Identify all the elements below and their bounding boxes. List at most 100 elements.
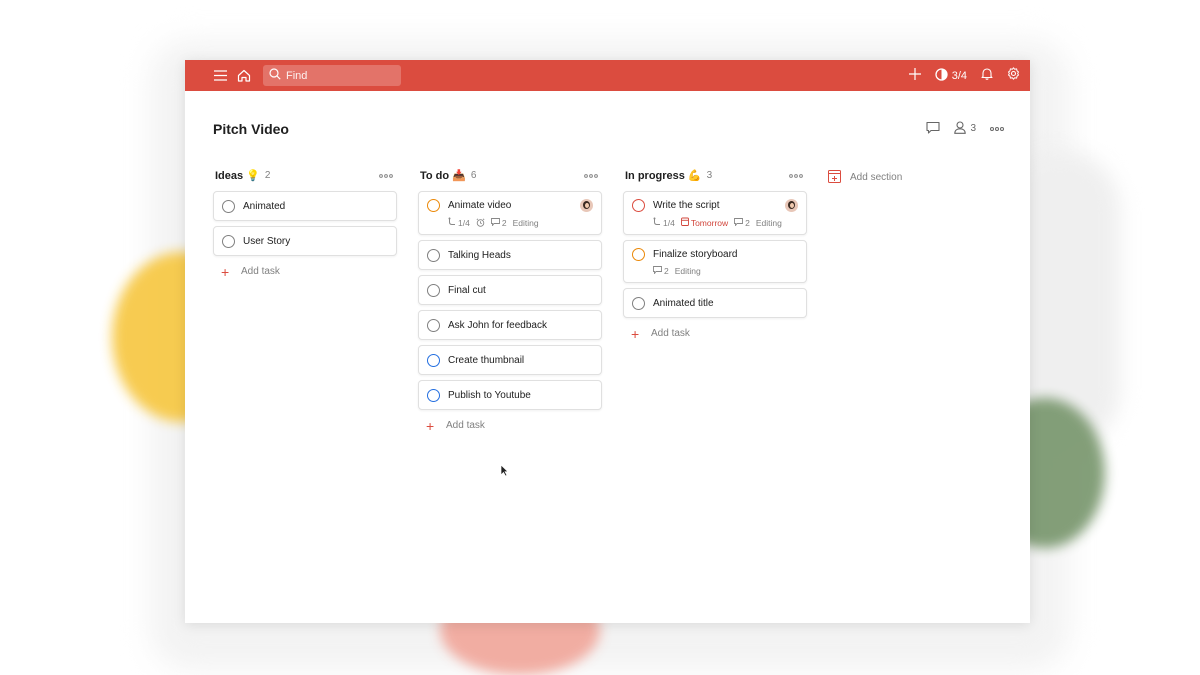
add-task-button[interactable]: + Add task: [623, 323, 807, 342]
section-header: Ideas 💡 2: [213, 164, 397, 187]
task-card[interactable]: Final cut: [418, 275, 602, 305]
task-name: User Story: [243, 236, 291, 247]
due-date[interactable]: Tomorrow: [680, 217, 728, 228]
top-bar: 3/4: [185, 60, 1030, 91]
add-task-button[interactable]: + Add task: [418, 415, 602, 434]
search-icon: [269, 67, 281, 85]
collaborators-count: 3: [970, 123, 976, 134]
task-name: Ask John for feedback: [448, 320, 547, 331]
search-bar[interactable]: [263, 65, 401, 86]
gear-icon[interactable]: [1007, 66, 1020, 85]
comment-icon: [926, 121, 940, 137]
karma-button[interactable]: 3/4: [935, 67, 967, 84]
menu-icon[interactable]: [211, 67, 229, 85]
add-task-label: Add task: [651, 328, 690, 339]
calendar-icon: [680, 217, 689, 228]
section-count: 6: [470, 170, 477, 181]
alarm-clock-icon: [476, 218, 485, 227]
plus-icon: +: [631, 325, 640, 342]
comments-indicator: 2: [653, 266, 669, 276]
task-name: Create thumbnail: [448, 355, 525, 366]
assignee-avatar[interactable]: [785, 199, 798, 212]
task-checkbox[interactable]: [632, 199, 645, 212]
task-card[interactable]: Animate video 1/4 2 Editing: [418, 191, 602, 235]
task-card[interactable]: Talking Heads: [418, 240, 602, 270]
task-label[interactable]: Editing: [756, 218, 782, 228]
page-title: Pitch Video: [213, 120, 289, 137]
assignee-avatar[interactable]: [580, 199, 593, 212]
task-card[interactable]: Create thumbnail: [418, 345, 602, 375]
comment-icon: [653, 266, 662, 276]
flexed-biceps-emoji: 💪: [687, 170, 702, 182]
task-checkbox[interactable]: [427, 249, 440, 262]
comments-button[interactable]: [926, 121, 940, 137]
add-task-label: Add task: [446, 420, 485, 431]
person-icon: [954, 120, 968, 137]
task-name: Final cut: [448, 285, 486, 296]
task-card[interactable]: Animated title: [623, 288, 807, 318]
section-to-do: To do 📥 6 Animate video 1/4 2 Editing Ta…: [418, 164, 602, 434]
add-task-button[interactable]: + Add task: [213, 261, 397, 280]
task-name: Animate video: [448, 200, 512, 211]
home-icon[interactable]: [235, 67, 253, 85]
task-name: Publish to Youtube: [448, 390, 531, 401]
subtasks-indicator: 1/4: [653, 217, 675, 228]
karma-progress: 3/4: [951, 69, 967, 82]
more-options-button[interactable]: [990, 123, 1004, 134]
add-section-label: Add section: [850, 172, 903, 183]
task-checkbox[interactable]: [632, 297, 645, 310]
section-ideas: Ideas 💡 2 Animated User Story + Add task: [213, 164, 397, 431]
task-name: Animated title: [653, 298, 714, 309]
task-checkbox[interactable]: [427, 389, 440, 402]
inbox-tray-emoji: 📥: [452, 170, 466, 182]
task-checkbox[interactable]: [632, 248, 645, 261]
add-section-column: Add section: [828, 164, 1012, 431]
comments-indicator: 2: [490, 218, 507, 228]
share-button[interactable]: 3: [954, 120, 976, 137]
section-more-icon[interactable]: [584, 170, 598, 181]
section-in-progress: In progress 💪 3 Write the script 1/4 Tom…: [623, 164, 807, 431]
board: Ideas 💡 2 Animated User Story + Add task…: [213, 164, 1030, 434]
plus-icon: +: [426, 417, 435, 434]
task-card[interactable]: Publish to Youtube: [418, 380, 602, 410]
subtasks-indicator: 1/4: [448, 217, 470, 228]
task-card[interactable]: Write the script 1/4 Tomorrow 2 Editing: [623, 191, 807, 235]
search-input[interactable]: [286, 69, 386, 82]
project-header: Pitch Video 3: [213, 91, 1030, 164]
task-card[interactable]: User Story: [213, 226, 397, 256]
mouse-cursor-icon: [500, 464, 509, 482]
section-more-icon[interactable]: [379, 170, 393, 181]
add-task-label: Add task: [241, 266, 280, 277]
add-section-icon: [828, 169, 841, 186]
section-name: To do: [420, 169, 450, 182]
task-name: Finalize storyboard: [653, 249, 738, 260]
quick-add-icon[interactable]: [908, 67, 921, 85]
task-checkbox[interactable]: [427, 284, 440, 297]
bell-icon[interactable]: [981, 67, 993, 85]
task-label[interactable]: Editing: [513, 218, 539, 228]
task-checkbox[interactable]: [427, 354, 440, 367]
comment-icon: [734, 217, 744, 228]
task-name: Write the script: [653, 200, 720, 211]
task-meta: 1/4 2 Editing: [448, 217, 593, 228]
karma-icon: [935, 67, 948, 84]
section-name: In progress: [625, 169, 685, 182]
app-window: 3/4 Pitch Video: [185, 60, 1030, 623]
task-name: Talking Heads: [448, 250, 511, 261]
plus-icon: +: [221, 263, 230, 280]
add-section-button[interactable]: Add section: [828, 164, 1012, 187]
section-more-icon[interactable]: [789, 170, 803, 181]
task-meta: 1/4 Tomorrow 2 Editing: [653, 217, 798, 228]
task-checkbox[interactable]: [222, 235, 235, 248]
task-checkbox[interactable]: [427, 319, 440, 332]
task-card[interactable]: Animated: [213, 191, 397, 221]
task-meta: 2 Editing: [653, 266, 798, 276]
task-checkbox[interactable]: [427, 199, 440, 212]
task-label[interactable]: Editing: [675, 266, 701, 276]
comments-indicator: 2: [734, 218, 750, 228]
section-header: To do 📥 6: [418, 164, 602, 187]
task-card[interactable]: Finalize storyboard 2 Editing: [623, 240, 807, 283]
section-name: Ideas: [215, 169, 244, 182]
task-card[interactable]: Ask John for feedback: [418, 310, 602, 340]
task-checkbox[interactable]: [222, 200, 235, 213]
